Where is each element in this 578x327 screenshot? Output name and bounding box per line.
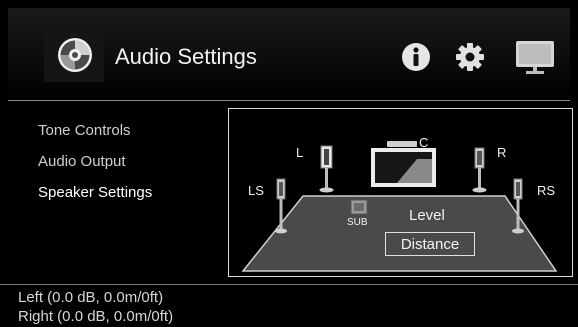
menu-item-tone-controls[interactable]: Tone Controls (38, 122, 152, 153)
menu-item-audio-output[interactable]: Audio Output (38, 153, 152, 184)
left-speaker[interactable] (319, 145, 334, 193)
audio-disc-icon (58, 38, 92, 72)
page-title: Audio Settings (115, 44, 257, 69)
info-icon[interactable] (401, 42, 431, 72)
status-bar: Left (0.0 dB, 0.0m/0ft) Right (0.0 dB, 0… (0, 284, 578, 327)
right-speaker[interactable] (472, 147, 487, 193)
speaker-layout-panel: L C R LS RS SUB Level Distance (228, 108, 573, 277)
header-bar: Audio Settings (8, 8, 570, 101)
settings-menu: Tone Controls Audio Output Speaker Setti… (38, 122, 152, 215)
status-right-channel: Right (0.0 dB, 0.0m/0ft) (18, 308, 174, 325)
left-surround-label: LS (248, 183, 264, 198)
center-speaker-label: C (419, 135, 429, 150)
audio-settings-screen: Audio Settings Tone Controls Audio Outpu… (0, 0, 578, 327)
level-option[interactable]: Level (409, 207, 445, 224)
display-icon[interactable] (515, 40, 555, 76)
right-speaker-label: R (497, 145, 507, 160)
subwoofer[interactable] (350, 199, 368, 215)
menu-item-speaker-settings[interactable]: Speaker Settings (38, 184, 152, 215)
right-surround-label: RS (537, 183, 556, 198)
left-speaker-label: L (296, 145, 304, 160)
app-icon-container (44, 32, 104, 82)
subwoofer-label: SUB (347, 217, 368, 228)
distance-option[interactable]: Distance (385, 232, 475, 256)
status-left-channel: Left (0.0 dB, 0.0m/0ft) (18, 289, 164, 306)
gear-icon[interactable] (455, 42, 485, 72)
